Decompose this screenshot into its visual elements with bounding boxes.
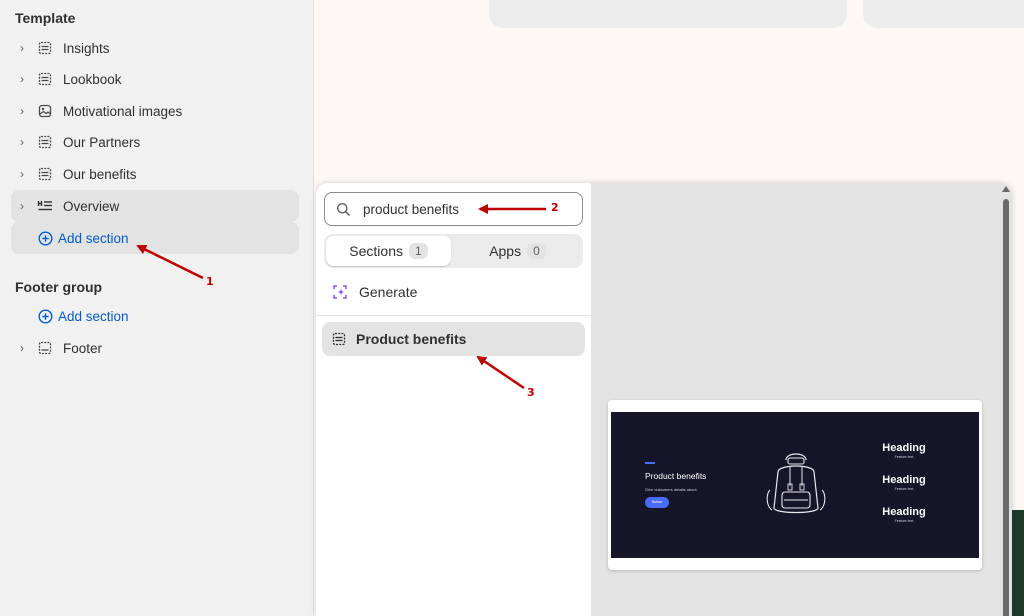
sidebar-item-footer[interactable]: › Footer <box>11 332 299 364</box>
search-value: product benefits <box>363 201 460 217</box>
preview-accent-line <box>645 462 655 464</box>
backpack-icon <box>764 450 828 525</box>
footer-icon <box>33 341 57 355</box>
scroll-up-arrow-icon[interactable] <box>1002 186 1010 192</box>
search-input[interactable]: product benefits <box>324 192 583 226</box>
chevron-right-icon[interactable]: › <box>11 104 33 118</box>
search-icon <box>336 202 351 217</box>
sidebar-item-insights[interactable]: › Insights <box>11 32 299 64</box>
feature-heading: Heading <box>882 442 926 454</box>
preview-button: Button <box>645 497 669 508</box>
tab-label: Sections <box>349 243 403 259</box>
chevron-right-icon[interactable]: › <box>11 199 33 213</box>
sidebar-item-label: Motivational images <box>63 103 183 119</box>
sidebar-item-label: Insights <box>63 40 110 56</box>
tab-sections[interactable]: Sections 1 <box>326 236 451 266</box>
preview-feature: Heading Feature text <box>879 506 929 523</box>
preview-banner: Product benefits Give customers details … <box>611 412 979 558</box>
sidebar-item-motivational-images[interactable]: › Motivational images <box>11 95 299 127</box>
add-section-label: Add section <box>58 308 129 324</box>
chevron-right-icon[interactable]: › <box>11 41 33 55</box>
tab-count-badge: 1 <box>409 243 428 259</box>
feature-text: Feature text <box>894 519 914 523</box>
section-icon <box>33 41 57 55</box>
sparkle-icon <box>332 284 348 300</box>
footer-group-title: Footer group <box>15 279 103 295</box>
scrollbar[interactable] <box>1000 183 1012 616</box>
chevron-right-icon[interactable]: › <box>11 135 33 149</box>
sidebar-item-our-benefits[interactable]: › Our benefits <box>11 158 299 190</box>
chevron-right-icon[interactable]: › <box>11 72 33 86</box>
plus-circle-icon <box>33 230 57 246</box>
section-preview-pane: Product benefits Give customers details … <box>591 183 1012 616</box>
preview-feature: Heading Feature text <box>879 474 929 491</box>
editor-sidebar: Template › Insights › Lookbook › Motivat… <box>0 0 314 616</box>
annotation-label-2: 2 <box>551 201 559 214</box>
tab-apps[interactable]: Apps 0 <box>454 236 581 266</box>
generate-button[interactable]: Generate <box>324 279 583 305</box>
preview-feature: Heading Feature text <box>879 442 929 459</box>
result-label: Product benefits <box>356 331 467 347</box>
sidebar-item-our-partners[interactable]: › Our Partners <box>11 126 299 158</box>
sidebar-item-label: Lookbook <box>63 71 122 87</box>
preview-title: Product benefits <box>645 471 707 481</box>
sidebar-item-label: Our Partners <box>63 134 141 150</box>
result-product-benefits[interactable]: Product benefits <box>322 322 585 356</box>
footer-add-section-button[interactable]: Add section <box>11 300 299 332</box>
sidebar-item-label: Footer <box>63 340 103 356</box>
preview-subtitle: Give customers details about <box>645 487 697 492</box>
preview-card-top <box>489 0 847 28</box>
chevron-right-icon[interactable]: › <box>11 167 33 181</box>
annotation-label-3: 3 <box>527 386 535 399</box>
preview-card-top <box>863 0 1024 28</box>
feature-text: Feature text <box>894 487 914 491</box>
annotation-label-1: 1 <box>206 275 214 288</box>
sidebar-item-label: Overview <box>63 198 120 214</box>
image-icon <box>33 104 57 118</box>
section-icon <box>33 135 57 149</box>
feature-heading: Heading <box>882 506 926 518</box>
sidebar-item-overview[interactable]: › Overview <box>11 190 299 222</box>
feature-text: Feature text <box>894 455 914 459</box>
sidebar-item-label: Our benefits <box>63 166 137 182</box>
tab-group: Sections 1 Apps 0 <box>324 234 583 268</box>
tab-label: Apps <box>489 243 522 259</box>
section-icon <box>332 332 346 346</box>
chevron-right-icon[interactable]: › <box>11 341 33 355</box>
sidebar-item-lookbook[interactable]: › Lookbook <box>11 63 299 95</box>
text-section-icon <box>33 199 57 213</box>
add-section-button[interactable]: Add section <box>11 222 299 254</box>
template-group-title: Template <box>15 10 76 26</box>
scrollbar-thumb[interactable] <box>1003 199 1009 616</box>
add-section-popover: product benefits Sections 1 Apps 0 Gener… <box>316 183 1012 616</box>
generate-label: Generate <box>359 284 418 300</box>
add-section-label: Add section <box>58 230 129 246</box>
plus-circle-icon <box>33 308 57 324</box>
divider <box>316 315 591 316</box>
feature-heading: Heading <box>882 474 926 486</box>
tab-count-badge: 0 <box>527 243 546 259</box>
section-icon <box>33 72 57 86</box>
section-preview-card: Product benefits Give customers details … <box>608 400 982 570</box>
preview-section-edge <box>1012 510 1024 616</box>
section-icon <box>33 167 57 181</box>
